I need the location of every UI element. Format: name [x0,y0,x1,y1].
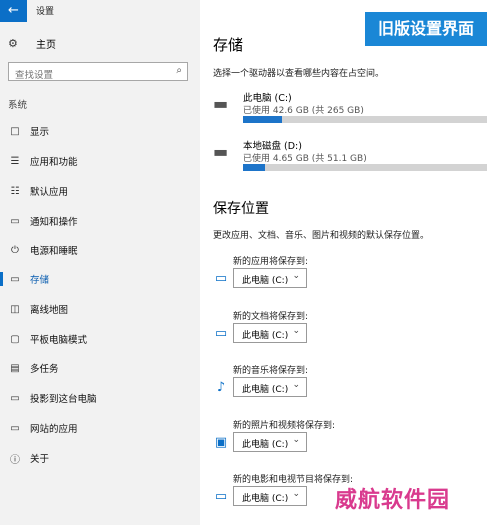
sidebar-item-default-apps[interactable]: ☷ 默认应用 [0,180,200,202]
photos-icon: ▣ [214,435,228,450]
save-location-apps: 新的应用将保存到: ▭ 此电脑 (C:) ⌄ [213,254,483,302]
sidebar-item-label: 电源和睡眠 [30,246,78,257]
usage-bar-fill [243,116,283,123]
sidebar-item-label: 显示 [30,127,50,138]
drive-dropdown[interactable]: 此电脑 (C:) ⌄ [233,323,307,343]
drive-item[interactable]: ▬ 此电脑 (C:) 已使用 42.6 GB (共 265 GB) [213,90,498,124]
drive-usage: 已使用 42.6 GB (共 265 GB) [243,106,364,116]
active-indicator [0,272,3,286]
back-arrow-icon: ← [8,3,19,18]
notification-icon: ▭ [10,215,20,227]
dropdown-value: 此电脑 (C:) [242,440,289,450]
projector-icon: ▭ [10,392,20,404]
save-location-label: 新的文档将保存到: [233,312,309,322]
storage-title: 存储 [213,36,244,54]
sidebar-item-about[interactable]: ⓘ 关于 [0,447,200,469]
apps-list-icon: ☰ [10,155,20,167]
title-bar: ← 设置 [0,0,200,22]
sidebar: ← 设置 ⚙ 主页 ⌕ 系统 □ 显示 ☰ 应用和功能 ☷ 默认应用 ▭ 通知和操作 ⏻ 电源和睡… [0,0,200,525]
sidebar-item-label: 离线地图 [30,305,69,316]
chevron-down-icon: ⌄ [292,435,300,445]
watermark: 威航软件园 [335,487,451,513]
monitor-icon: □ [10,125,20,137]
sidebar-item-label: 应用和功能 [30,157,78,168]
section-label: 系统 [8,100,28,111]
drive-icon: ▬ [213,94,229,113]
multitask-icon: ▤ [10,362,20,374]
sidebar-item-label: 投影到这台电脑 [30,394,97,405]
sidebar-item-tablet-mode[interactable]: ▢ 平板电脑模式 [0,328,200,350]
back-button[interactable]: ← [0,0,27,22]
sidebar-item-multitasking[interactable]: ▤ 多任务 [0,357,200,379]
sidebar-item-offline-maps[interactable]: ◫ 离线地图 [0,298,200,320]
chevron-down-icon: ⌄ [292,489,300,499]
save-location-music: 新的音乐将保存到: ♪ 此电脑 (C:) ⌄ [213,363,483,411]
home-link[interactable]: ⚙ 主页 [8,35,56,51]
drive-name: 此电脑 (C:) [243,93,292,104]
documents-icon: ▭ [214,326,228,341]
save-locations-title: 保存位置 [213,201,269,217]
tablet-icon: ▢ [10,333,20,345]
storage-description: 选择一个驱动器以查看哪些内容在占空间。 [213,69,385,79]
gear-icon: ⚙ [8,36,18,50]
main-content: 存储 选择一个驱动器以查看哪些内容在占空间。 ▬ 此电脑 (C:) 已使用 42.6… [200,0,500,525]
sidebar-item-label: 默认应用 [30,187,69,198]
drive-dropdown[interactable]: 此电脑 (C:) ⌄ [233,377,307,397]
app-title: 设置 [36,7,55,17]
search-icon[interactable]: ⌕ [176,65,182,76]
drive-item[interactable]: ▬ 本地磁盘 (D:) 已使用 4.65 GB (共 51.1 GB) [213,138,498,172]
drive-dropdown[interactable]: 此电脑 (C:) ⌄ [233,486,307,506]
dropdown-value: 此电脑 (C:) [242,385,289,395]
apps-icon: ▭ [214,271,228,286]
drive-dropdown[interactable]: 此电脑 (C:) ⌄ [233,268,307,288]
sidebar-item-display[interactable]: □ 显示 [0,120,200,142]
power-icon: ⏻ [11,244,19,256]
drive-dropdown[interactable]: 此电脑 (C:) ⌄ [233,432,307,452]
save-location-documents: 新的文档将保存到: ▭ 此电脑 (C:) ⌄ [213,309,483,357]
sidebar-item-project-to-pc[interactable]: ▭ 投影到这台电脑 [0,387,200,409]
usage-bar [243,164,487,171]
web-apps-icon: ▭ [10,422,20,434]
save-location-label: 新的音乐将保存到: [233,366,309,376]
search-box[interactable]: ⌕ [8,62,188,81]
sidebar-item-label: 网站的应用 [30,424,78,435]
save-location-photos-videos: 新的照片和视频将保存到: ▣ 此电脑 (C:) ⌄ [213,418,483,466]
info-icon: ⓘ [10,454,20,466]
chevron-down-icon: ⌄ [292,380,300,390]
dropdown-value: 此电脑 (C:) [242,494,289,504]
overlay-banner: 旧版设置界面 [365,12,487,46]
sidebar-item-label: 存储 [30,275,50,286]
sidebar-item-label: 通知和操作 [30,217,78,228]
home-label: 主页 [36,39,56,51]
search-input[interactable] [15,70,165,81]
music-icon: ♪ [216,380,226,395]
drive-name: 本地磁盘 (D:) [243,141,302,152]
usage-bar-fill [243,164,266,171]
sidebar-item-power-sleep[interactable]: ⏻ 电源和睡眠 [0,239,200,261]
drive-icon: ▬ [213,142,229,161]
chevron-down-icon: ⌄ [292,271,300,281]
save-locations-description: 更改应用、文档、音乐、图片和视频的默认保存位置。 [213,231,430,241]
sidebar-item-storage[interactable]: ▭ 存储 [0,268,200,290]
sidebar-item-apps-for-websites[interactable]: ▭ 网站的应用 [0,417,200,439]
dropdown-value: 此电脑 (C:) [242,276,289,286]
sidebar-item-notifications[interactable]: ▭ 通知和操作 [0,210,200,232]
default-apps-icon: ☷ [10,185,20,197]
sidebar-item-label: 关于 [30,454,50,465]
save-location-label: 新的照片和视频将保存到: [233,421,336,431]
save-location-label: 新的应用将保存到: [233,257,309,267]
video-icon: ▭ [214,489,228,504]
map-icon: ◫ [10,303,20,315]
chevron-down-icon: ⌄ [292,326,300,336]
sidebar-item-apps-features[interactable]: ☰ 应用和功能 [0,150,200,172]
dropdown-value: 此电脑 (C:) [242,331,289,341]
storage-icon: ▭ [10,273,20,285]
usage-bar [243,116,487,123]
drive-usage: 已使用 4.65 GB (共 51.1 GB) [243,154,367,164]
sidebar-item-label: 平板电脑模式 [30,335,88,346]
sidebar-item-label: 多任务 [30,364,59,375]
